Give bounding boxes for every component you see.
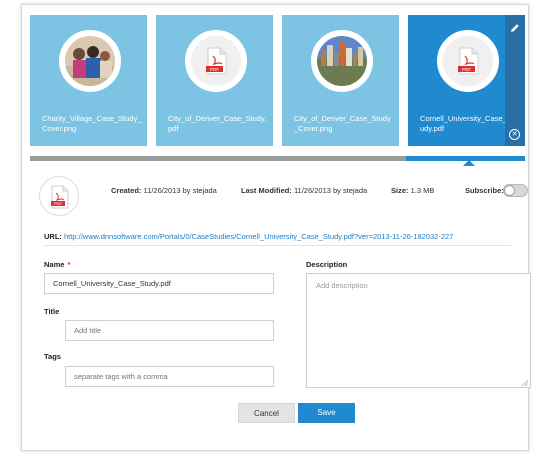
thumbnail-circle: [311, 30, 373, 92]
toggle-knob[interactable]: [504, 185, 515, 196]
photo-thumbnail: [317, 36, 367, 86]
required-marker: *: [67, 260, 71, 269]
pdf-file-icon: PDF: [39, 176, 79, 216]
subscribe-label: Subscribe:: [465, 186, 504, 195]
file-tiles: Charity_Village_Case_Study_Cover.png PDF…: [30, 15, 530, 166]
carousel-scrollbar[interactable]: [30, 156, 525, 161]
description-placeholder: Add description: [316, 281, 368, 290]
file-tile[interactable]: City_of_Denver_Case_Study_Cover.png: [282, 15, 399, 146]
size-value: 1.3 MB: [410, 186, 435, 195]
photo-thumbnail: [65, 36, 115, 86]
thumbnail-circle: [59, 30, 121, 92]
tile-filename: City_of_Denver_Case_Study_Cover.png: [294, 114, 391, 133]
svg-text:PDF: PDF: [210, 67, 219, 72]
name-label: Name *: [44, 260, 71, 269]
pdf-icon: PDF: [191, 36, 241, 86]
resize-grip-icon[interactable]: [521, 379, 529, 387]
file-details-panel: Charity_Village_Case_Study_Cover.png PDF…: [21, 4, 531, 451]
description-label: Description: [306, 260, 348, 269]
tile-filename: Charity_Village_Case_Study_Cover.png: [42, 114, 142, 133]
tile-actions: ✕: [505, 15, 525, 146]
modified-label: Last Modified:: [241, 186, 292, 195]
url-row: URL: http://www.dnnsoftware.com/Portals/…: [44, 232, 453, 241]
file-tile-selected[interactable]: PDF Cornell_University_Case_Study.pdf ✕: [408, 15, 525, 146]
created-value: 11/26/2013 by stejada: [143, 186, 217, 195]
tile-filename: Cornell_University_Case_Study.pdf: [420, 114, 514, 133]
close-circle-icon[interactable]: ✕: [509, 129, 520, 140]
size-info: Size: 1.3 MB: [391, 186, 434, 195]
carousel-scroll-thumb[interactable]: [406, 156, 525, 161]
file-info-row: PDF Created: 11/26/2013 by stejada Last …: [39, 176, 528, 218]
tile-filename: City_of_Denver_Case_Study.pdf: [168, 114, 267, 133]
created-label: Created:: [111, 186, 142, 195]
modified-info: Last Modified: 11/26/2013 by stejada: [241, 186, 367, 195]
svg-text:PDF: PDF: [462, 67, 471, 72]
thumbnail-circle: PDF: [437, 30, 499, 92]
file-url-link[interactable]: http://www.dnnsoftware.com/Portals/0/Cas…: [64, 232, 453, 241]
svg-text:PDF: PDF: [54, 201, 63, 206]
pencil-icon[interactable]: [509, 21, 521, 33]
divider: [44, 245, 511, 246]
description-field[interactable]: Add description: [306, 273, 531, 388]
save-button[interactable]: Save: [298, 403, 355, 423]
size-label: Size:: [391, 186, 409, 195]
pdf-icon: PDF: [443, 36, 493, 86]
title-field[interactable]: [65, 320, 274, 341]
thumbnail-circle: PDF: [185, 30, 247, 92]
title-label: Title: [44, 307, 60, 316]
created-info: Created: 11/26/2013 by stejada: [111, 186, 217, 195]
tags-field[interactable]: [65, 366, 274, 387]
name-field[interactable]: [44, 273, 274, 294]
tags-label: Tags: [44, 352, 61, 361]
subscribe-toggle[interactable]: [503, 184, 528, 197]
cancel-button[interactable]: Cancel: [238, 403, 295, 423]
modified-value: 11/26/2013 by stejada: [293, 186, 368, 195]
url-label: URL:: [44, 232, 62, 241]
file-tile[interactable]: PDF City_of_Denver_Case_Study.pdf: [156, 15, 273, 146]
file-tile[interactable]: Charity_Village_Case_Study_Cover.png: [30, 15, 147, 146]
